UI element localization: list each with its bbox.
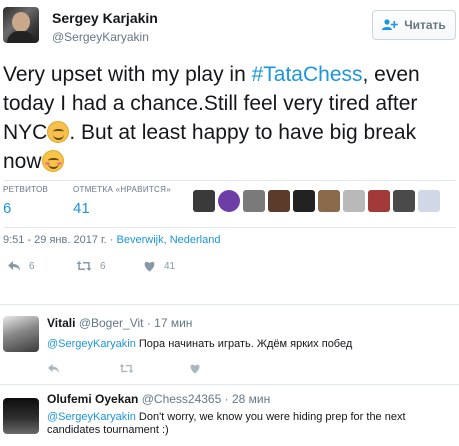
reply-time: · 28 мин <box>224 392 271 406</box>
retweet-count: 6 <box>100 260 106 272</box>
mention-link[interactable]: @SergeyKaryakin <box>47 338 136 350</box>
tweet-meta: 9:51 - 29 янв. 2017 г. · Beverwijk, Nede… <box>3 234 220 246</box>
liker-avatar[interactable] <box>218 190 240 212</box>
reply-author-handle: @Chess24365 <box>141 392 222 406</box>
likes-label: ОТМЕТКА «НРАВИТСЯ» <box>73 185 171 194</box>
divider <box>3 180 456 181</box>
mention-link[interactable]: @SergeyKaryakin <box>47 411 136 423</box>
reply-time: · 17 мин <box>146 316 193 330</box>
tweet-header: Sergey Karjakin @SergeyKaryakin Читать <box>0 0 459 52</box>
heart-icon <box>144 261 155 272</box>
retweets-stat[interactable]: РЕТВИТОВ 6 <box>3 185 48 217</box>
reply-button[interactable]: 6 <box>7 260 35 272</box>
follow-button[interactable]: Читать <box>372 10 456 40</box>
liker-avatar[interactable] <box>318 190 340 212</box>
reply-count: 6 <box>29 260 35 272</box>
like-count: 41 <box>164 260 176 272</box>
divider <box>0 304 459 305</box>
divider <box>0 384 459 385</box>
likers-avatars <box>193 190 440 212</box>
location-link[interactable]: Beverwijk, Nederland <box>117 234 221 246</box>
reply-text: @SergeyKaryakin Don't worry, we know you… <box>47 411 447 437</box>
retweets-label: РЕТВИТОВ <box>3 185 49 194</box>
liker-avatar[interactable] <box>243 190 265 212</box>
likes-stat[interactable]: ОТМЕТКА «НРАВИТСЯ» 41 <box>73 185 171 217</box>
relieved-emoji-icon <box>47 121 70 143</box>
add-user-icon <box>382 19 398 30</box>
liker-avatar[interactable] <box>393 190 415 212</box>
liker-avatar[interactable] <box>193 190 215 212</box>
reply-author-handle: @Boger_Vit <box>78 316 144 330</box>
reply-text-content: Don't worry, we know you were hiding pre… <box>135 411 406 423</box>
retweets-value: 6 <box>3 200 12 217</box>
author-handle[interactable]: @SergeyKaryakin <box>52 30 149 44</box>
retweet-icon[interactable] <box>119 363 134 374</box>
reply-author-name: Vitali <box>47 316 76 330</box>
avatar[interactable] <box>3 398 39 434</box>
blush-emoji-icon <box>41 150 64 172</box>
reply-actions <box>47 363 247 377</box>
timestamp: 9:51 - 29 янв. 2017 г. <box>3 234 107 246</box>
author-name[interactable]: Sergey Karjakin <box>52 10 158 26</box>
reply-author[interactable]: Olufemi Oyekan @Chess24365 · 28 мин <box>47 392 270 406</box>
like-button[interactable]: 41 <box>143 260 175 272</box>
liker-avatar[interactable] <box>343 190 365 212</box>
avatar[interactable] <box>3 316 39 352</box>
likes-value: 41 <box>73 200 90 217</box>
liker-avatar[interactable] <box>418 190 440 212</box>
retweet-icon <box>76 261 92 271</box>
heart-icon[interactable] <box>189 363 201 374</box>
tweet-text-part1: Very upset with my play in <box>3 63 252 86</box>
divider <box>3 227 456 228</box>
tweet-text: Very upset with my play in #TataChess, e… <box>3 60 455 176</box>
liker-avatar[interactable] <box>293 190 315 212</box>
reply-author[interactable]: Vitali @Boger_Vit · 17 мин <box>47 316 192 330</box>
reply-author-name: Olufemi Oyekan <box>47 392 139 406</box>
tweet-stats: РЕТВИТОВ 6 ОТМЕТКА «НРАВИТСЯ» 41 <box>3 185 456 225</box>
retweet-button[interactable]: 6 <box>76 260 106 272</box>
reply-text-content: Пора начинать играть. Ждём ярких побед <box>135 338 353 350</box>
reply-text-content-line2: candidates tournament :) <box>47 424 169 436</box>
avatar[interactable] <box>3 7 39 43</box>
liker-avatar[interactable] <box>268 190 290 212</box>
tweet-actions: 6 6 41 <box>0 260 459 280</box>
follow-label: Читать <box>404 18 446 32</box>
reply-icon[interactable] <box>47 363 60 374</box>
reply-icon <box>8 261 20 271</box>
liker-avatar[interactable] <box>368 190 390 212</box>
reply-text: @SergeyKaryakin Пора начинать играть. Жд… <box>47 338 447 351</box>
hashtag-link[interactable]: #TataChess <box>252 63 363 86</box>
location-separator: · <box>109 234 117 246</box>
